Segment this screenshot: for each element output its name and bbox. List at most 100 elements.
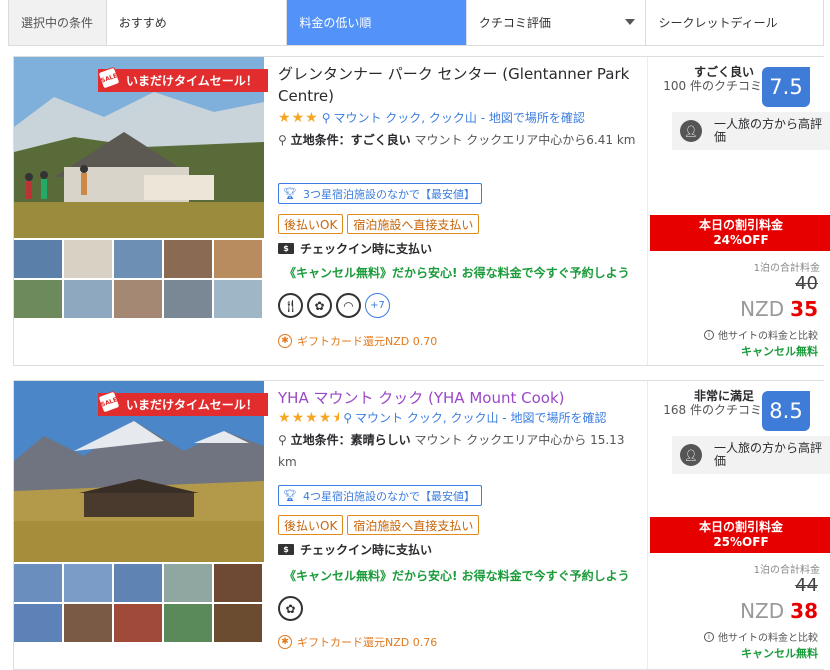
thumbnail[interactable] (14, 564, 62, 602)
sort-review-score-label: クチコミ評価 (478, 16, 551, 30)
review-count[interactable]: 100 件のクチコミ (647, 79, 762, 93)
thumbnail[interactable] (64, 280, 112, 318)
cheapest-badge-label: 4つ星宿泊施設のなかで【最安値】 (302, 489, 475, 503)
photo-thumbnails (14, 564, 264, 642)
checkin-payment: $ チェックイン時に支払い (278, 240, 432, 257)
payment-badges: 後払いOK 宿泊施設へ直接支払い (278, 515, 480, 535)
thumbnail[interactable] (164, 564, 212, 602)
current-price: NZD 38 (740, 599, 818, 623)
price-amount: 38 (790, 599, 818, 623)
solo-traveler-label: 一人旅の方から高評価 (714, 117, 823, 144)
gift-card-label: ギフトカード還元NZD 0.70 (297, 335, 438, 348)
spa-icon: ✿ (307, 293, 332, 318)
review-count[interactable]: 168 件のクチコミ (647, 403, 762, 417)
half-star-icon: ★ (332, 409, 340, 426)
review-score[interactable]: 8.5 (762, 391, 810, 431)
total-price-label: 1泊の合計料金 (753, 565, 820, 576)
hotel-name[interactable]: YHA マウント クック (YHA Mount Cook) (278, 387, 643, 409)
price-compare-label: 他サイトの料金と比較 (718, 331, 818, 342)
star-icon: ★ (291, 409, 305, 426)
thumbnail[interactable] (64, 564, 112, 602)
time-sale-ribbon: いまだけタイムセール！ (98, 393, 268, 416)
price-panel: すごく良い 100 件のクチコミ 7.5 👤︎ 一人旅の方から高評価 本日の割引… (647, 57, 830, 365)
thumbnail[interactable] (164, 280, 212, 318)
thumbnail[interactable] (164, 604, 212, 642)
price-amount: 35 (790, 297, 818, 321)
map-pin-icon: ⚲ (321, 110, 331, 125)
discount-banner: 本日の割引料金 25%OFF (650, 517, 830, 553)
location-pin-icon: ⚲ (278, 133, 287, 147)
solo-traveler-badge: 👤︎ 一人旅の方から高評価 (672, 112, 830, 150)
sort-secret-deal-tab[interactable]: シークレットディール (646, 0, 824, 45)
hotel-card[interactable]: いまだけタイムセール！ SALE グレンタンナー パーク センター (Glent… (13, 56, 830, 366)
gift-icon: ✱ (278, 334, 292, 348)
star-icon: ★ (278, 109, 291, 126)
thumbnail[interactable] (14, 280, 62, 318)
sort-label: 選択中の条件 (9, 0, 107, 45)
hotel-card[interactable]: いまだけタイムセール！ SALE YHA マウント クック (YHA Mount… (13, 380, 830, 670)
star-icon: ★ (318, 409, 332, 426)
hotel-images[interactable]: いまだけタイムセール！ SALE (14, 57, 268, 365)
thumbnail[interactable] (214, 240, 262, 278)
more-amenities-button[interactable]: +7 (365, 293, 390, 318)
thumbnail[interactable] (64, 604, 112, 642)
thumbnail[interactable] (14, 240, 62, 278)
current-price: NZD 35 (740, 297, 818, 321)
sort-review-score-tab[interactable]: クチコミ評価 (466, 0, 647, 45)
pay-later-badge: 後払いOK (278, 515, 344, 535)
star-icon: ★ (305, 109, 318, 126)
gift-card-label: ギフトカード還元NZD 0.76 (297, 636, 438, 649)
gift-card-cashback: ✱ ギフトカード還元NZD 0.76 (278, 634, 437, 650)
price-compare[interactable]: i 他サイトの料金と比較 (704, 629, 818, 644)
free-cancel-message: 《キャンセル無料》だから安心! お得な料金で今すぐ予約しよう (284, 266, 630, 280)
solo-traveler-icon: 👤︎ (680, 444, 702, 466)
thumbnail[interactable] (14, 604, 62, 642)
thumbnail[interactable] (114, 280, 162, 318)
thumbnail[interactable] (214, 280, 262, 318)
thumbnail[interactable] (114, 240, 162, 278)
solo-traveler-label: 一人旅の方から高評価 (714, 441, 823, 468)
star-icon: ★ (291, 109, 305, 126)
discount-title: 本日の割引料金 (698, 520, 783, 534)
review-word: 非常に満足 (693, 389, 754, 403)
checkin-payment: $ チェックイン時に支払い (278, 541, 432, 558)
payment-badges: 後払いOK 宿泊施設へ直接支払い (278, 214, 480, 234)
photo-thumbnails (14, 240, 264, 318)
discount-percent: 24%OFF (713, 233, 769, 247)
hotel-images[interactable]: いまだけタイムセール！ SALE (14, 381, 268, 669)
hotel-info: YHA マウント クック (YHA Mount Cook) ★ ★ ★ ★ ★ … (278, 381, 648, 669)
thumbnail[interactable] (64, 240, 112, 278)
thumbnail[interactable] (114, 604, 162, 642)
location-link[interactable]: マウント クック, クック山 - 地図で場所を確認 (333, 109, 584, 126)
map-pin-icon: ⚲ (343, 410, 353, 425)
sort-lowest-price-tab[interactable]: 料金の低い順 (287, 0, 467, 45)
discount-percent: 25%OFF (713, 535, 769, 549)
pay-at-property-badge: 宿泊施設へ直接支払い (347, 515, 480, 535)
info-icon: i (704, 329, 714, 340)
payment-icon: $ (278, 544, 294, 555)
sort-recommended-tab[interactable]: おすすめ (106, 0, 288, 45)
original-price: 40 (795, 273, 818, 294)
location-score: ⚲ 立地条件：素晴らしい マウント クックエリア中心から 15.13 km (278, 429, 638, 473)
price-compare[interactable]: i 他サイトの料金と比較 (704, 327, 818, 342)
wifi-icon: ◠ (336, 293, 361, 318)
total-price-label: 1泊の合計料金 (753, 263, 820, 274)
free-cancel-message: 《キャンセル無料》だから安心! お得な料金で今すぐ予約しよう (284, 569, 630, 583)
thumbnail[interactable] (114, 564, 162, 602)
review-score[interactable]: 7.5 (762, 67, 810, 107)
rating-location-line: ★ ★ ★ ★ ★ ⚲ マウント クック, クック山 - 地図で場所を確認 (278, 409, 606, 426)
star-icon: ★ (278, 409, 291, 426)
thumbnail[interactable] (214, 564, 262, 602)
free-cancellation: キャンセル無料 (741, 345, 818, 358)
spa-icon: ✿ (278, 596, 303, 621)
thumbnail[interactable] (214, 604, 262, 642)
thumbnail[interactable] (164, 240, 212, 278)
payment-icon: $ (278, 243, 294, 254)
location-pin-icon: ⚲ (278, 433, 287, 447)
hotel-name[interactable]: グレンタンナー パーク センター (Glentanner Park Centre… (278, 63, 643, 107)
distance-text: マウント クックエリア中心から6.41 km (414, 133, 636, 147)
location-link[interactable]: マウント クック, クック山 - 地図で場所を確認 (355, 409, 606, 426)
solo-traveler-icon: 👤︎ (680, 120, 702, 142)
cheapest-badge: 🏆︎ 4つ星宿泊施設のなかで【最安値】 (278, 485, 482, 506)
hotel-info: グレンタンナー パーク センター (Glentanner Park Centre… (278, 57, 648, 365)
